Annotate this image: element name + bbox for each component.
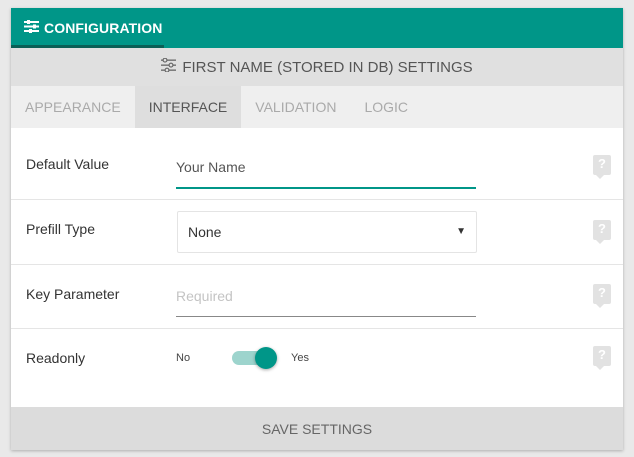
settings-tabs: APPEARANCE INTERFACE VALIDATION LOGIC: [11, 86, 623, 128]
prefill-type-value: None: [188, 224, 222, 240]
prefill-type-help-icon[interactable]: ?: [593, 220, 611, 244]
default-value-row: Default Value ?: [11, 128, 623, 200]
key-parameter-input[interactable]: [176, 283, 476, 309]
settings-sliders-icon: [161, 57, 182, 76]
configuration-label: CONFIGURATION: [44, 20, 163, 36]
prefill-type-row: Prefill Type None ▼ ?: [11, 200, 623, 265]
settings-title: FIRST NAME (STORED IN DB) SETTINGS: [11, 48, 623, 86]
save-settings-label: SAVE SETTINGS: [261, 420, 373, 437]
readonly-row: Readonly No Yes ?: [11, 329, 623, 407]
tab-logic[interactable]: LOGIC: [350, 86, 422, 128]
tab-validation[interactable]: VALIDATION: [241, 86, 350, 128]
key-parameter-help-icon[interactable]: ?: [593, 284, 611, 308]
top-bar: CONFIGURATION: [11, 8, 623, 48]
readonly-no-label: No: [176, 352, 191, 364]
readonly-yes-label: Yes: [291, 352, 309, 364]
configuration-tab[interactable]: CONFIGURATION: [11, 8, 164, 48]
key-parameter-row: Key Parameter ?: [11, 265, 623, 329]
key-parameter-label: Key Parameter: [26, 286, 120, 302]
prefill-type-select[interactable]: None ▼: [177, 211, 477, 253]
default-value-label: Default Value: [26, 156, 110, 172]
default-value-help-icon[interactable]: ?: [593, 155, 611, 179]
settings-title-text: FIRST NAME (STORED IN DB) SETTINGS: [182, 58, 473, 76]
tab-interface[interactable]: INTERFACE: [134, 86, 242, 128]
default-value-input[interactable]: [176, 154, 476, 180]
sliders-icon: [24, 20, 44, 36]
save-settings-button[interactable]: SAVE SETTINGS: [11, 407, 623, 450]
readonly-help-icon[interactable]: ?: [593, 346, 611, 370]
key-parameter-underline: [176, 316, 476, 317]
caret-down-icon: ▼: [456, 226, 466, 237]
readonly-label: Readonly: [26, 350, 86, 366]
tab-appearance[interactable]: APPEARANCE: [11, 86, 135, 128]
settings-panel: CONFIGURATION FIRST NAME (STORED IN DB) …: [11, 8, 623, 450]
prefill-type-label: Prefill Type: [26, 221, 95, 237]
default-value-underline: [176, 187, 476, 189]
readonly-toggle-knob[interactable]: [255, 347, 277, 369]
